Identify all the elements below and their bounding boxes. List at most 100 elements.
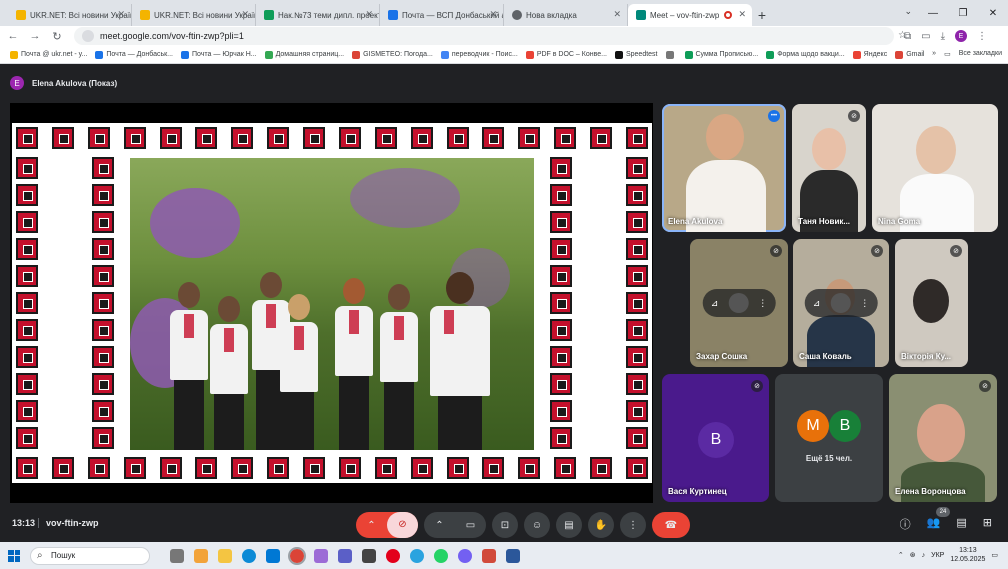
site-info-icon[interactable]	[82, 30, 94, 42]
forward-icon[interactable]: →	[26, 30, 44, 42]
bookmark-item[interactable]	[665, 50, 677, 59]
tab-sheets[interactable]: Нак.№73 теми дипл. проектів... ✕	[256, 4, 380, 26]
camera-icon[interactable]: ▭	[455, 520, 486, 531]
close-tab-icon[interactable]: ✕	[489, 9, 497, 20]
embroidery-motif	[410, 127, 433, 149]
pinned-overlay[interactable]: ⊿ ⋮	[702, 289, 776, 317]
captions-button[interactable]: ▤	[556, 512, 582, 538]
download-icon[interactable]: ⤓	[941, 31, 945, 42]
chevron-up-icon[interactable]: ⌃	[356, 520, 387, 531]
word-icon[interactable]	[506, 548, 520, 563]
opera-icon[interactable]	[386, 548, 400, 563]
windows-start-icon[interactable]	[8, 549, 20, 562]
close-tab-icon[interactable]: ✕	[738, 9, 746, 20]
participant-tile-zakhar[interactable]: ⊿ ⋮ ⊘ Захар Сошка	[690, 239, 788, 367]
bookmark-item[interactable]: Speedtest	[614, 50, 658, 59]
back-icon[interactable]: ←	[4, 30, 22, 42]
bookmark-item[interactable]: Форма щодо вакци...	[766, 50, 845, 59]
profile-avatar[interactable]: E	[955, 30, 968, 42]
bookmark-item[interactable]: GISMETEO: Погода...	[352, 50, 433, 59]
taskbar-clock[interactable]: 13:13 12.05.2025	[950, 546, 985, 564]
close-tab-icon[interactable]: ✕	[365, 9, 373, 20]
edge-icon[interactable]	[242, 548, 256, 563]
participant-tile-nina-goma[interactable]: Nina Goma	[872, 104, 998, 232]
close-tab-icon[interactable]: ✕	[117, 9, 125, 20]
more-options-icon[interactable]: ⋮	[860, 298, 869, 309]
bookmark-item[interactable]: PDF в DOC – Конве...	[525, 50, 607, 59]
calculator-icon[interactable]	[362, 548, 376, 563]
participant-tile-sasha[interactable]: ⊿ ⋮ ⊘ Саша Коваль	[793, 239, 889, 367]
volume-icon[interactable]: ♪	[922, 552, 926, 559]
pin-icon[interactable]: ⊿	[711, 298, 719, 309]
network-icon[interactable]: ⊛	[910, 551, 916, 559]
more-bookmarks-button[interactable]: »	[932, 50, 936, 58]
tab-mail[interactable]: Почта — ВСП Донбаський агр... ✕	[380, 4, 504, 26]
tab-ukrnet-1[interactable]: UKR.NET: Всі новини Україні... ✕	[8, 4, 132, 26]
taskbar-search[interactable]: Пошук	[30, 546, 150, 565]
task-view-icon[interactable]	[170, 548, 184, 563]
bookmark-star-icon[interactable]: ☆	[898, 30, 907, 41]
pinned-overlay[interactable]: ⊿ ⋮	[804, 289, 878, 317]
bookmark-item[interactable]: Домашняя страниц...	[264, 50, 344, 59]
tab-ukrnet-2[interactable]: UKR.NET: Всі новини Україні... ✕	[132, 4, 256, 26]
new-tab-button[interactable]: +	[752, 4, 772, 26]
pin-icon[interactable]: ⊿	[813, 298, 821, 309]
participant-tile-tanya[interactable]: ⊘ Таня Новик...	[792, 104, 866, 232]
bookmark-item[interactable]: Почта @ ukr.net - у...	[10, 50, 87, 59]
raise-hand-button[interactable]: ✋	[588, 512, 614, 538]
activities-icon[interactable]: ⊞	[983, 516, 992, 532]
participant-tile-elena-akulova[interactable]: ••• Elena Akulova	[662, 104, 786, 232]
bookmark-item[interactable]: Почта — Юрчак Н...	[181, 50, 257, 59]
people-icon[interactable]: 👥	[927, 516, 941, 532]
bookmark-item[interactable]: Почта — Донбаськ...	[95, 50, 173, 59]
teams-icon[interactable]	[338, 548, 352, 563]
notifications-icon[interactable]: ▭	[991, 551, 998, 559]
more-participants-tile[interactable]: M B Ещё 15 чел.	[775, 374, 883, 502]
bookmark-item[interactable]: Сумма Прописью...	[684, 50, 758, 59]
present-button[interactable]: ⊡	[492, 512, 518, 538]
chat-icon[interactable]: ▤	[956, 516, 966, 532]
mic-off-icon[interactable]: ⊘	[387, 512, 418, 538]
language-indicator[interactable]: УКР	[931, 552, 944, 559]
close-tab-icon[interactable]: ✕	[613, 9, 621, 20]
more-options-button[interactable]: ⋮	[620, 512, 646, 538]
camera-control[interactable]: ⌃ ▭	[424, 512, 486, 538]
telegram-icon[interactable]	[410, 548, 424, 563]
whatsapp-icon[interactable]	[434, 548, 448, 563]
present-screen-icon: ⊡	[500, 519, 510, 531]
outlook-icon[interactable]	[266, 548, 280, 563]
menu-icon[interactable]: ⋮	[977, 31, 987, 42]
restore-button[interactable]: ❐	[948, 0, 978, 26]
tab-search-icon[interactable]: ⌄	[904, 6, 912, 17]
chevron-up-icon[interactable]: ⌃	[898, 551, 904, 559]
info-icon[interactable]: ⓘ	[900, 516, 911, 532]
participant-tile-elena-vorontsova[interactable]: ⊘ Елена Воронцова	[889, 374, 997, 502]
participant-tile-viktoria[interactable]: ⊘ Вікторія Ку...	[895, 239, 968, 367]
leave-call-button[interactable]: ☎	[652, 512, 690, 538]
reload-icon[interactable]: ↻	[48, 30, 66, 43]
chevron-up-icon[interactable]: ⌃	[424, 520, 455, 531]
address-bar[interactable]: meet.google.com/vov-ftin-zwp?pli=1	[74, 27, 894, 45]
bookmark-item[interactable]: переводчик - Поис...	[440, 50, 518, 59]
sidebar-icon[interactable]: ▭	[921, 31, 930, 42]
bookmark-item[interactable]: Яндекс	[852, 50, 887, 59]
minimize-button[interactable]: —	[918, 0, 948, 26]
bookmark-item[interactable]: Gmail	[895, 50, 924, 59]
chrome-icon[interactable]	[288, 546, 306, 565]
participant-tile-vasya[interactable]: В ⊘ Вася Куртинец	[662, 374, 769, 502]
reactions-button[interactable]: ☺	[524, 512, 550, 538]
embroidery-motif	[625, 457, 648, 479]
close-tab-icon[interactable]: ✕	[241, 9, 249, 20]
embroidery-motif	[92, 184, 114, 206]
microphone-control[interactable]: ⌃ ⊘	[356, 512, 418, 538]
widgets-icon[interactable]	[194, 548, 208, 563]
close-window-button[interactable]: ✕	[978, 0, 1008, 26]
photos-icon[interactable]	[482, 548, 496, 563]
file-explorer-icon[interactable]	[218, 548, 232, 563]
paint-icon[interactable]	[314, 548, 328, 563]
viber-icon[interactable]	[458, 548, 472, 563]
tab-new[interactable]: Нова вкладка ✕	[504, 4, 628, 26]
tab-meet[interactable]: Meet – vov-ftin-zwp ✕	[628, 4, 752, 26]
all-bookmarks-button[interactable]: Все закладки	[959, 50, 1002, 58]
more-options-icon[interactable]: ⋮	[758, 298, 767, 309]
